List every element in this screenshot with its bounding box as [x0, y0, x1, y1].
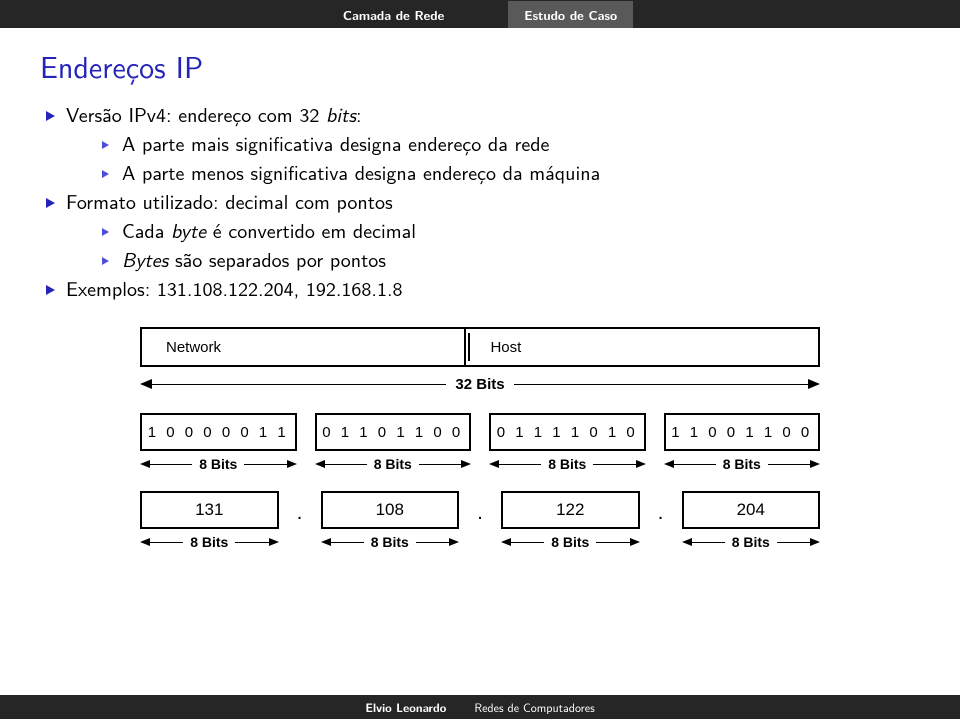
byte-box-0: 1 0 0 0 0 0 1 1 [140, 413, 297, 451]
host-cell: Host [466, 329, 818, 365]
arrow-right-icon [461, 460, 471, 468]
byte-box-2: 0 1 1 1 1 0 1 0 [489, 413, 646, 451]
network-host-box: Network Host [140, 327, 820, 367]
footer-title: Redes de Computadores [474, 698, 594, 716]
dim-8bits: 8 Bits [682, 529, 821, 555]
text: Formato utilizado: decimal com pontos [66, 187, 393, 216]
byte-box-1: 0 1 1 0 1 1 0 0 [315, 413, 472, 451]
arrow-right-icon [630, 538, 640, 546]
dim-8bits: 8 Bits [140, 529, 279, 555]
bullet-maquina: A parte menos significativa designa ende… [96, 158, 920, 187]
bullet-rede: A parte mais significativa designa ender… [96, 129, 920, 158]
dim-label: 8 Bits [196, 456, 240, 472]
dot: . [279, 491, 321, 529]
dim-8bits: 8 Bits [664, 451, 821, 477]
arrow-right-icon [808, 379, 820, 389]
dim-8bits: 8 Bits [315, 451, 472, 477]
dim-label: 8 Bits [545, 456, 589, 472]
arrow-right-icon [810, 538, 820, 546]
nav-section-camada: Camada de Rede [327, 1, 460, 28]
byte-dims-row1: 8 Bits 8 Bits 8 Bits 8 Bits [140, 451, 820, 477]
page-title: Endereços IP [40, 44, 920, 88]
dim-label: 8 Bits [720, 456, 764, 472]
bullet-separados: Bytes são separados por pontos [96, 245, 920, 274]
dim-32bits: 32 Bits [140, 369, 820, 399]
dot: . [459, 491, 501, 529]
text: são separados por pontos [168, 245, 386, 274]
dim-label: 8 Bits [548, 534, 592, 550]
arrow-right-icon [269, 538, 279, 546]
ip-diagram: Network Host 32 Bits 1 0 0 0 0 0 1 1 0 1… [140, 327, 820, 555]
dim-label: 32 Bits [449, 376, 510, 393]
dim-8bits: 8 Bits [321, 529, 460, 555]
dec-box-0: 131 [140, 491, 279, 529]
arrow-right-icon [636, 460, 646, 468]
text-italic: bits [326, 100, 356, 129]
dec-box-3: 204 [682, 491, 821, 529]
footer: Elvio Leonardo Redes de Computadores [0, 695, 960, 719]
text-italic: byte [171, 216, 206, 245]
arrow-right-icon [449, 538, 459, 546]
text: Cada [122, 216, 171, 245]
dim-label: 8 Bits [368, 534, 412, 550]
dim-label: 8 Bits [187, 534, 231, 550]
bullet-exemplos: Exemplos: 131.108.122.204, 192.168.1.8 [40, 274, 920, 303]
dim-8bits: 8 Bits [489, 451, 646, 477]
header-nav: Camada de Rede Estudo de Caso [0, 0, 960, 28]
byte-box-3: 1 1 0 0 1 1 0 0 [664, 413, 821, 451]
bullet-list: Versão IPv4: endereço com 32 bits: A par… [40, 100, 920, 303]
bullet-ipv4: Versão IPv4: endereço com 32 bits: A par… [40, 100, 920, 187]
binary-bytes-row: 1 0 0 0 0 0 1 1 0 1 1 0 1 1 0 0 0 1 1 1 … [140, 413, 820, 451]
arrow-right-icon [287, 460, 297, 468]
dim-label: 8 Bits [371, 456, 415, 472]
dec-box-1: 108 [321, 491, 460, 529]
text: Versão IPv4: endereço com 32 [66, 100, 326, 129]
arrow-right-icon [810, 460, 820, 468]
dim-8bits: 8 Bits [501, 529, 640, 555]
network-cell: Network [142, 329, 466, 365]
text: é convertido em decimal [206, 216, 416, 245]
dot: . [640, 491, 682, 529]
text: : [356, 100, 362, 129]
footer-author: Elvio Leonardo [365, 698, 446, 716]
byte-dims-row2: 8 Bits 8 Bits 8 Bits 8 Bits [140, 529, 820, 555]
dim-8bits: 8 Bits [140, 451, 297, 477]
dim-label: 8 Bits [729, 534, 773, 550]
decimal-row: 131 . 108 . 122 . 204 [140, 491, 820, 529]
dec-box-2: 122 [501, 491, 640, 529]
bullet-formato: Formato utilizado: decimal com pontos Ca… [40, 187, 920, 274]
nav-section-estudo: Estudo de Caso [508, 1, 633, 28]
slide-content: Endereços IP Versão IPv4: endereço com 3… [0, 28, 960, 555]
bullet-byte: Cada byte é convertido em decimal [96, 216, 920, 245]
text-italic: Bytes [122, 245, 168, 274]
